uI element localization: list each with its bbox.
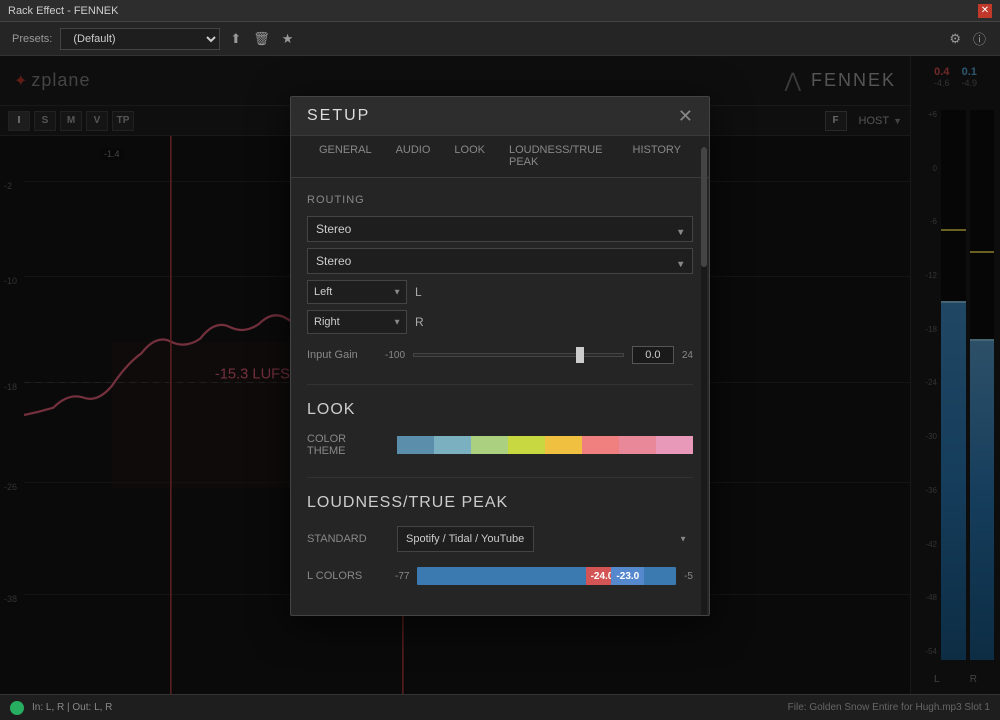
lcolors-slider[interactable]: -24.0 -23.0 [417, 566, 676, 586]
input-gain-max: 24 [682, 350, 693, 361]
channel-right-label: R [415, 315, 424, 329]
tab-general[interactable]: GENERAL [307, 136, 384, 178]
modal-tabs: GENERAL AUDIO LOOK LOUDNESS/TRUE PEAK HI… [291, 136, 709, 178]
main-area: ✦ zplane ⋀ FENNEK I S M V TP F HOST ▼ -2… [0, 56, 1000, 694]
routing-section: ROUTING Stereo Mono Dual Mono ▼ Ster [307, 194, 693, 364]
input-gain-row: Input Gain -100 0.0 24 [307, 346, 693, 364]
settings-icon-button[interactable]: ⚙ [947, 29, 963, 49]
channel-right-row: Right Left Both ▼ R [307, 310, 693, 334]
info-icon-button[interactable]: ⓘ [971, 27, 988, 50]
color-seg-1 [397, 436, 434, 454]
title-bar: Rack Effect - FENNEK ✕ [0, 0, 1000, 22]
tab-loudness[interactable]: LOUDNESS/TRUE PEAK [497, 136, 621, 178]
color-seg-7 [619, 436, 656, 454]
status-bar: In: L, R | Out: L, R File: Golden Snow E… [0, 694, 1000, 720]
tab-history[interactable]: HISTORY [621, 136, 694, 178]
input-gain-slider[interactable] [413, 353, 624, 357]
input-gain-min: -100 [385, 350, 405, 361]
channel-right-select[interactable]: Right Left Both [307, 310, 407, 334]
channel-left-select-wrapper: Left Right Both ▼ [307, 280, 407, 304]
section-divider-2 [307, 477, 693, 478]
input-gain-value: 0.0 [632, 346, 674, 364]
standard-label: STANDARD [307, 533, 387, 545]
modal-scrollbar[interactable] [701, 147, 707, 615]
color-seg-8 [656, 436, 693, 454]
preset-delete-button[interactable]: 🗑 [251, 29, 272, 49]
routing-select-1-wrapper: Stereo Mono Dual Mono ▼ [307, 216, 693, 248]
color-seg-5 [545, 436, 582, 454]
tab-audio[interactable]: AUDIO [384, 136, 443, 178]
color-seg-4 [508, 436, 545, 454]
preset-save-button[interactable]: ⬆ [228, 29, 243, 49]
color-seg-6 [582, 436, 619, 454]
channel-right-select-wrapper: Right Left Both ▼ [307, 310, 407, 334]
preset-star-button[interactable]: ★ [280, 29, 296, 49]
loudness-section: LOUDNESS/TRUE PEAK STANDARD Spotify / Ti… [307, 494, 693, 586]
routing-select-2[interactable]: Stereo Mono Dual Mono [307, 248, 693, 274]
input-gain-label: Input Gain [307, 349, 377, 361]
modal-title-bar: SETUP ✕ [291, 97, 709, 136]
lcolors-max: -5 [684, 571, 693, 582]
standard-select[interactable]: Spotify / Tidal / YouTube EBU R128 ATSC … [397, 526, 534, 552]
lcolors-row: L COLORS -77 -24.0 -23.0 -5 [307, 566, 693, 586]
setup-modal: SETUP ✕ GENERAL AUDIO LOOK LOUDNESS/TRUE… [290, 96, 710, 616]
section-divider-1 [307, 384, 693, 385]
power-button[interactable] [10, 701, 24, 715]
loudness-section-title: LOUDNESS/TRUE PEAK [307, 494, 693, 512]
tab-look[interactable]: LOOK [442, 136, 497, 178]
color-theme-bar[interactable] [397, 436, 693, 454]
lcolors-min: -77 [395, 571, 409, 582]
presets-label: Presets: [12, 33, 52, 45]
standard-row: STANDARD Spotify / Tidal / YouTube EBU R… [307, 526, 693, 552]
look-section: LOOK COLOR THEME [307, 401, 693, 457]
modal-scroll-thumb[interactable] [701, 147, 707, 267]
color-seg-3 [471, 436, 508, 454]
standard-select-wrapper: Spotify / Tidal / YouTube EBU R128 ATSC … [397, 526, 693, 552]
look-section-title: LOOK [307, 401, 693, 419]
routing-select-1[interactable]: Stereo Mono Dual Mono [307, 216, 693, 242]
routing-select-2-wrapper: Stereo Mono Dual Mono ▼ [307, 248, 693, 280]
channel-left-select[interactable]: Left Right Both [307, 280, 407, 304]
presets-bar: Presets: (Default) ⬆ 🗑 ★ ⚙ ⓘ [0, 22, 1000, 56]
modal-close-button[interactable]: ✕ [678, 107, 693, 125]
title-bar-text: Rack Effect - FENNEK [8, 5, 118, 17]
lcolors-label: L COLORS [307, 570, 387, 582]
presets-dropdown[interactable]: (Default) [60, 28, 220, 50]
close-button[interactable]: ✕ [978, 4, 992, 18]
routing-section-label: ROUTING [307, 194, 693, 206]
io-info: In: L, R | Out: L, R [10, 701, 112, 715]
modal-body: ROUTING Stereo Mono Dual Mono ▼ Ster [291, 178, 709, 602]
lcolors-handle-2[interactable]: -23.0 [611, 567, 644, 585]
modal-title: SETUP [307, 107, 370, 125]
color-theme-label: COLOR THEME [307, 433, 387, 457]
color-theme-row: COLOR THEME [307, 433, 693, 457]
channel-left-row: Left Right Both ▼ L [307, 280, 693, 304]
color-seg-2 [434, 436, 471, 454]
file-info: File: Golden Snow Entire for Hugh.mp3 Sl… [788, 702, 990, 713]
modal-overlay: SETUP ✕ GENERAL AUDIO LOOK LOUDNESS/TRUE… [0, 56, 1000, 694]
channel-left-label: L [415, 285, 422, 299]
io-info-text: In: L, R | Out: L, R [32, 702, 112, 713]
presets-right-actions: ⚙ ⓘ [947, 27, 988, 50]
